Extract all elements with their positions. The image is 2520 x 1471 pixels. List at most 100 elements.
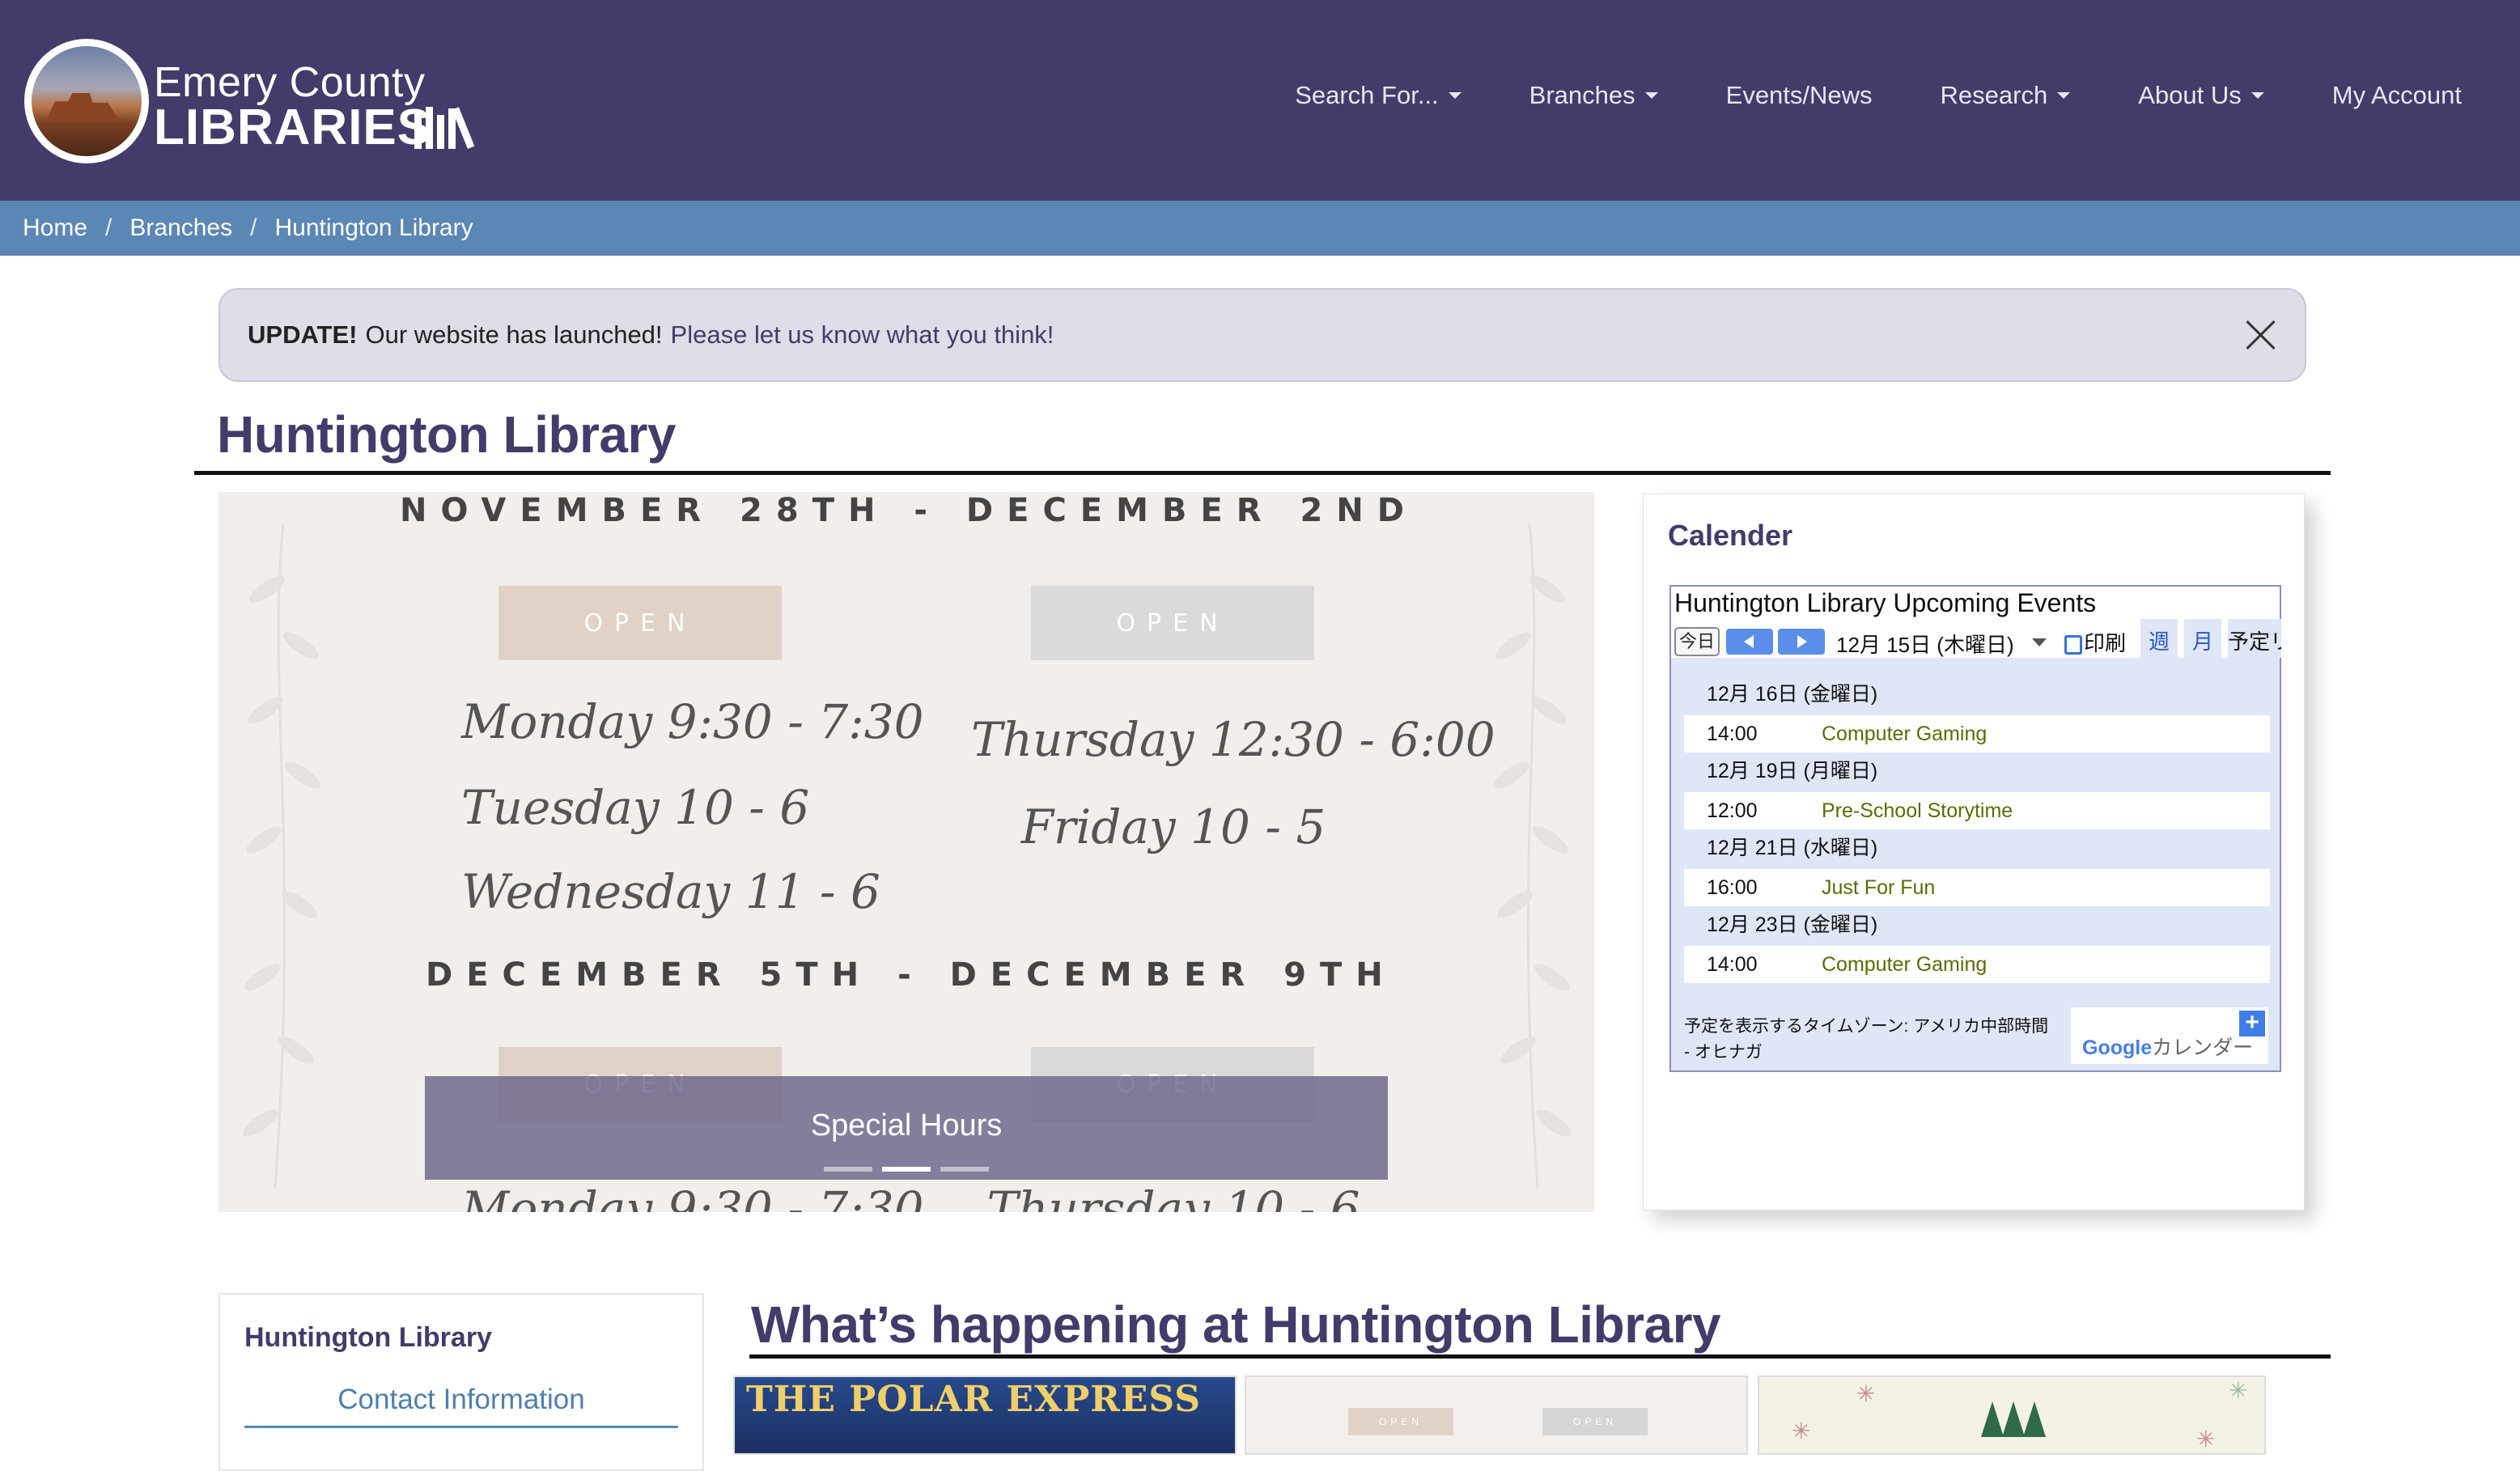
event-list: 12月 16日 (金曜日) 14:00 Computer Gaming 12月 1…	[1684, 676, 2270, 983]
hours-line: Monday 9:30 - 7:30	[461, 694, 924, 749]
breadcrumb-home[interactable]: Home	[23, 214, 87, 242]
prev-arrow-icon[interactable]	[1726, 629, 1773, 655]
nav-my-account[interactable]: My Account	[2332, 81, 2462, 110]
hours-line: Tuesday 10 - 6	[461, 780, 810, 835]
event-card-polar-express[interactable]: THE POLAR EXPRESS	[733, 1376, 1237, 1455]
day-header: 12月 16日 (金曜日)	[1707, 683, 1878, 706]
print-icon	[2064, 635, 2082, 655]
google-calendar-widget: Huntington Library Upcoming Events 今日 12…	[1669, 585, 2281, 1072]
open-label: OPEN	[1542, 1408, 1648, 1435]
day-header: 12月 23日 (金曜日)	[1707, 914, 1878, 936]
breadcrumb-separator: /	[105, 214, 112, 241]
event-row[interactable]: 14:00 Computer Gaming	[1684, 715, 2270, 752]
snowflake-icon: ✳	[1856, 1381, 1876, 1406]
main-nav: Search For... Branches Events/News Resea…	[1227, 81, 2462, 110]
snowflake-icon: ✳	[2229, 1378, 2248, 1403]
event-card-special-hours[interactable]: OPEN OPEN	[1245, 1376, 1748, 1455]
event-row[interactable]: 16:00 Just For Fun	[1684, 869, 2270, 906]
open-label: OPEN	[498, 586, 782, 660]
google-calendar-brand[interactable]: + Googleカレンダー	[2071, 1007, 2268, 1064]
carousel-indicator[interactable]	[940, 1167, 989, 1172]
carousel-caption: Special Hours	[425, 1076, 1388, 1180]
tab-agenda[interactable]: 予定リ	[2228, 619, 2281, 658]
today-button[interactable]: 今日	[1674, 627, 1720, 656]
section-divider	[749, 1354, 2331, 1359]
open-label: OPEN	[1031, 586, 1314, 660]
breadcrumb-separator: /	[250, 214, 257, 241]
open-label: OPEN	[1348, 1408, 1453, 1435]
breadcrumb: Home / Branches / Huntington Library	[0, 201, 2520, 256]
chevron-down-icon[interactable]	[2032, 638, 2047, 646]
leaf-decoration-icon	[1494, 524, 1572, 1188]
nav-branches[interactable]: Branches	[1529, 81, 1658, 110]
event-time: 14:00	[1707, 953, 1758, 976]
alert-text: Our website has launched!	[365, 320, 663, 349]
chevron-down-icon	[2251, 92, 2264, 99]
tab-week[interactable]: 週	[2140, 619, 2178, 658]
hours-line: Thursday 10 - 6	[986, 1181, 1360, 1212]
nav-research[interactable]: Research	[1941, 81, 2071, 110]
current-date[interactable]: 12月 15日 (木曜日)	[1836, 629, 2014, 659]
tree-icon	[2002, 1401, 2025, 1437]
hours-line: Thursday 12:30 - 6:00	[971, 712, 1495, 767]
tree-icon	[1981, 1401, 2004, 1437]
calendar-heading: Calender	[1668, 519, 1793, 552]
day-header: 12月 21日 (水曜日)	[1707, 837, 1878, 859]
event-name[interactable]: Computer Gaming	[1822, 715, 1987, 752]
event-name[interactable]: Computer Gaming	[1822, 946, 1987, 983]
close-icon[interactable]	[2245, 319, 2277, 351]
leaf-decoration-icon	[243, 524, 320, 1188]
event-time: 14:00	[1707, 723, 1758, 745]
logo-image[interactable]	[24, 39, 149, 163]
page-title: Huntington Library	[217, 405, 676, 464]
breadcrumb-current: Huntington Library	[274, 214, 473, 241]
hours-line: Friday 10 - 5	[1020, 799, 1326, 854]
caption-title: Special Hours	[810, 1109, 1003, 1142]
branch-sidebar: Huntington Library Contact Information	[218, 1293, 704, 1471]
next-arrow-icon[interactable]	[1778, 629, 1825, 655]
tree-icon	[2023, 1401, 2046, 1437]
sidebar-title: Huntington Library	[244, 1322, 492, 1353]
chevron-down-icon	[1644, 92, 1658, 99]
title-divider	[194, 471, 2331, 475]
calendar-brand-label: カレンダー	[2152, 1036, 2254, 1059]
site-header: Emery County LIBRARIES Search For... Bra…	[0, 0, 2520, 201]
date-range-heading: DECEMBER 5TH - DECEMBER 9TH	[426, 956, 1397, 994]
nav-search-for[interactable]: Search For...	[1295, 81, 1462, 110]
breadcrumb-branches[interactable]: Branches	[129, 214, 232, 242]
event-card-holiday[interactable]: ✳ ✳ ✳ ✳	[1758, 1376, 2266, 1455]
event-name[interactable]: Just For Fun	[1822, 869, 1935, 906]
logo-photo	[32, 46, 142, 156]
event-name[interactable]: Pre-School Storytime	[1822, 792, 2013, 829]
feedback-link[interactable]: Please let us know what you think!	[671, 320, 1054, 350]
snowflake-icon: ✳	[2196, 1426, 2216, 1452]
nav-events-news[interactable]: Events/News	[1726, 81, 1873, 110]
event-time: 12:00	[1707, 799, 1758, 822]
carousel-indicator-active[interactable]	[882, 1167, 931, 1172]
google-logo: Google	[2082, 1036, 2153, 1059]
chevron-down-icon	[2057, 92, 2071, 99]
logo-subtitle[interactable]: LIBRARIES	[154, 99, 431, 156]
hours-line: Wednesday 11 - 6	[461, 864, 880, 919]
carousel-indicator[interactable]	[824, 1167, 872, 1172]
books-icon	[414, 107, 475, 149]
day-header: 12月 19日 (月曜日)	[1707, 760, 1878, 782]
calendar-title: Huntington Library Upcoming Events	[1674, 588, 2097, 617]
event-row[interactable]: 12:00 Pre-School Storytime	[1684, 792, 2270, 829]
snowflake-icon: ✳	[1792, 1418, 1811, 1443]
event-card-title: THE POLAR EXPRESS	[746, 1379, 1201, 1420]
hours-line: Monday 9:30 - 7:30	[461, 1181, 924, 1212]
section-title: What’s happening at Huntington Library	[751, 1295, 1721, 1354]
chevron-down-icon	[1448, 92, 1462, 99]
hours-carousel[interactable]: NOVEMBER 28TH - DECEMBER 2ND OPEN OPEN M…	[218, 492, 1594, 1212]
event-row[interactable]: 14:00 Computer Gaming	[1684, 946, 2270, 983]
nav-about-us[interactable]: About Us	[2138, 81, 2264, 110]
print-button[interactable]: 印刷	[2064, 627, 2126, 657]
carousel-indicators	[425, 1167, 1388, 1172]
calendar-toolbar: Huntington Library Upcoming Events 今日 12…	[1671, 587, 2281, 659]
event-time: 16:00	[1707, 876, 1758, 899]
alert-label: UPDATE!	[248, 320, 358, 349]
contact-information-link[interactable]: Contact Information	[244, 1384, 678, 1428]
tab-month[interactable]: 月	[2184, 619, 2221, 658]
timezone-note: 予定を表示するタイムゾーン: アメリカ中部時間 - オヒナガ	[1684, 1017, 2049, 1062]
